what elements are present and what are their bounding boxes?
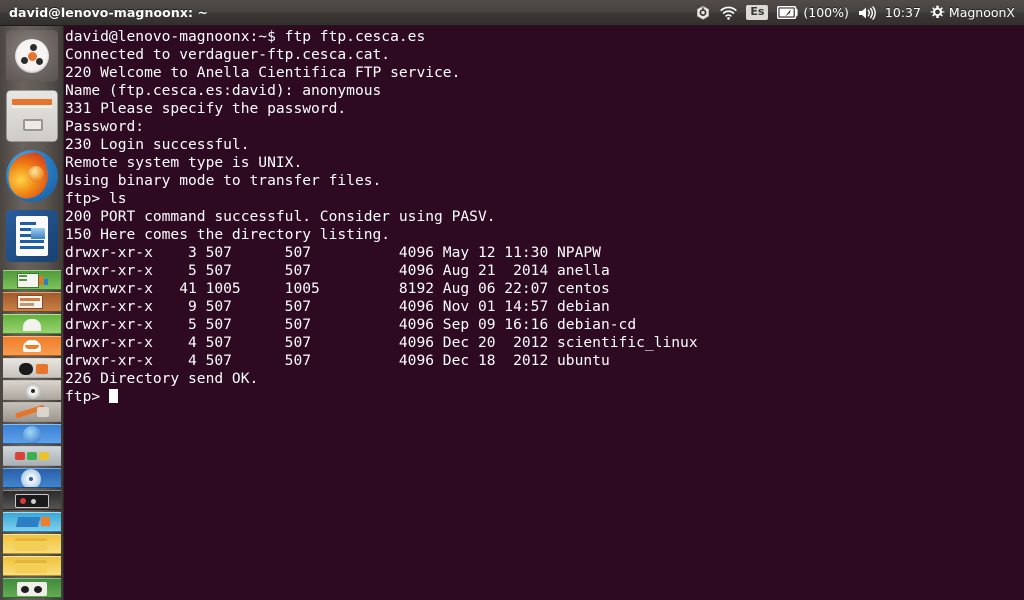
launcher-item-terminal[interactable] (3, 578, 61, 598)
terminal-line: 230 Login successful. (65, 136, 250, 153)
terminal-line: drwxr-xr-x 9 507 507 4096 Nov 01 14:57 d… (65, 298, 610, 315)
files-icon (6, 90, 58, 142)
firefox-icon (6, 150, 58, 202)
terminal-window[interactable]: david@lenovo-magnoonx:~$ ftp ftp.cesca.e… (64, 26, 1024, 600)
launcher-item-files-folder-2[interactable] (3, 556, 61, 576)
clock-indicator[interactable]: 10:37 (885, 5, 921, 20)
launcher-item-ubuntu-software-center[interactable] (3, 314, 61, 334)
launcher-item-amazon[interactable] (3, 336, 61, 356)
launcher-item-media-player[interactable] (3, 380, 61, 400)
terminal-line: Remote system type is UNIX. (65, 154, 303, 171)
terminal-line: ftp> (65, 388, 698, 406)
terminal-line: Using binary mode to transfer files. (65, 172, 382, 189)
launcher-item-libreoffice-writer[interactable] (6, 210, 58, 262)
desktop-screen: david@lenovo-magnoonx: ~ Es (100%) 10:37… (0, 0, 1024, 600)
launcher-item-firefox[interactable] (6, 150, 58, 202)
battery-percent-label: (100%) (803, 5, 849, 20)
unity-launcher[interactable] (0, 26, 64, 600)
launcher-item-editor-app[interactable] (3, 512, 61, 532)
launcher-item-gimp[interactable] (3, 402, 61, 422)
terminal-line: drwxr-xr-x 5 507 507 4096 Aug 21 2014 an… (65, 262, 610, 279)
terminal-line: 220 Welcome to Anella Cientifica FTP ser… (65, 64, 461, 81)
terminal-cursor (108, 389, 118, 403)
terminal-line: drwxr-xr-x 4 507 507 4096 Dec 20 2012 sc… (65, 334, 698, 351)
terminal-line: 226 Directory send OK. (65, 370, 259, 387)
wifi-icon[interactable] (720, 6, 737, 20)
window-title: david@lenovo-magnoonx: ~ (9, 5, 209, 20)
terminal-line: 331 Please specify the password. (65, 100, 347, 117)
launcher-item-facebook[interactable] (3, 424, 61, 444)
terminal-line: drwxr-xr-x 5 507 507 4096 Sep 09 16:16 d… (65, 316, 637, 333)
keyboard-layout-indicator[interactable]: Es (746, 5, 769, 20)
launcher-item-ubuntu-dash[interactable] (6, 30, 58, 82)
terminal-line: drwxr-xr-x 4 507 507 4096 Dec 18 2012 ub… (65, 352, 610, 369)
launcher-item-libreoffice-calc[interactable] (3, 270, 61, 290)
ubuntu-dash-icon (6, 30, 58, 82)
terminal-line: Password: (65, 118, 145, 135)
session-user-label: MagnoonX (948, 5, 1015, 20)
terminal-line: drwxr-xr-x 3 507 507 4096 May 12 11:30 N… (65, 244, 601, 261)
launcher-item-files[interactable] (6, 90, 58, 142)
libreoffice-writer-icon (6, 210, 58, 262)
terminal-line: ftp> ls (65, 190, 127, 207)
top-panel: david@lenovo-magnoonx: ~ Es (100%) 10:37… (0, 0, 1024, 26)
session-menu[interactable]: MagnoonX (930, 5, 1015, 20)
terminal-line: Connected to verdaguer-ftp.cesca.cat. (65, 46, 391, 63)
launcher-item-graphics-app[interactable] (3, 446, 61, 466)
launcher-item-libreoffice-impress[interactable] (3, 292, 61, 312)
terminal-line: 200 PORT command successful. Consider us… (65, 208, 496, 225)
sync-app-icon[interactable] (695, 5, 711, 21)
indicator-area: Es (100%) 10:37 MagnoonX (695, 5, 1024, 21)
volume-icon[interactable] (858, 5, 876, 20)
launcher-item-tablet-app[interactable] (3, 490, 61, 510)
launcher-item-files-folder[interactable] (3, 534, 61, 554)
terminal-line: drwxrwxr-x 41 1005 1005 8192 Aug 06 22:0… (65, 280, 610, 297)
terminal-line: Name (ftp.cesca.es:david): anonymous (65, 82, 382, 99)
battery-charging-icon (777, 6, 799, 19)
terminal-line: david@lenovo-magnoonx:~$ ftp ftp.cesca.e… (65, 28, 426, 45)
battery-indicator[interactable]: (100%) (777, 5, 849, 20)
gear-icon (930, 5, 945, 20)
terminal-line: 150 Here comes the directory listing. (65, 226, 391, 243)
launcher-item-system-settings[interactable] (3, 358, 61, 378)
launcher-item-disc-burner[interactable] (3, 468, 61, 488)
terminal-output: david@lenovo-magnoonx:~$ ftp ftp.cesca.e… (65, 28, 698, 406)
